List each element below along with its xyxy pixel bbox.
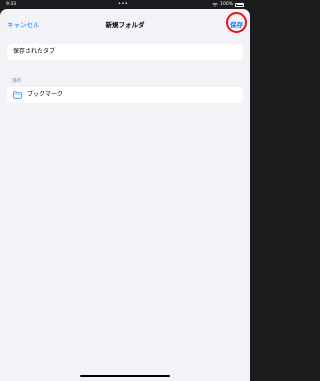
location-label: ブックマーク — [27, 91, 64, 98]
status-time: 9:33 — [6, 2, 17, 7]
battery-icon — [235, 2, 244, 7]
folder-name-field[interactable]: 保存されたタブ — [7, 44, 243, 60]
status-right: 100% — [212, 2, 244, 7]
battery-percent: 100% — [220, 2, 233, 7]
highlight-circle — [226, 12, 247, 33]
new-folder-sheet: キャンセル 新規フォルダ 保存 保存されたタブ 場所 ブックマーク — [0, 9, 250, 381]
home-indicator — [80, 375, 170, 377]
navigation-bar: キャンセル 新規フォルダ 保存 — [0, 9, 250, 37]
location-row-bookmarks[interactable]: ブックマーク — [7, 87, 243, 103]
multitasking-dots-icon: ••• — [118, 1, 129, 7]
folder-icon — [13, 91, 22, 99]
page-title: 新規フォルダ — [105, 21, 145, 29]
location-section-header: 場所 — [12, 79, 21, 84]
wifi-icon — [212, 2, 218, 7]
